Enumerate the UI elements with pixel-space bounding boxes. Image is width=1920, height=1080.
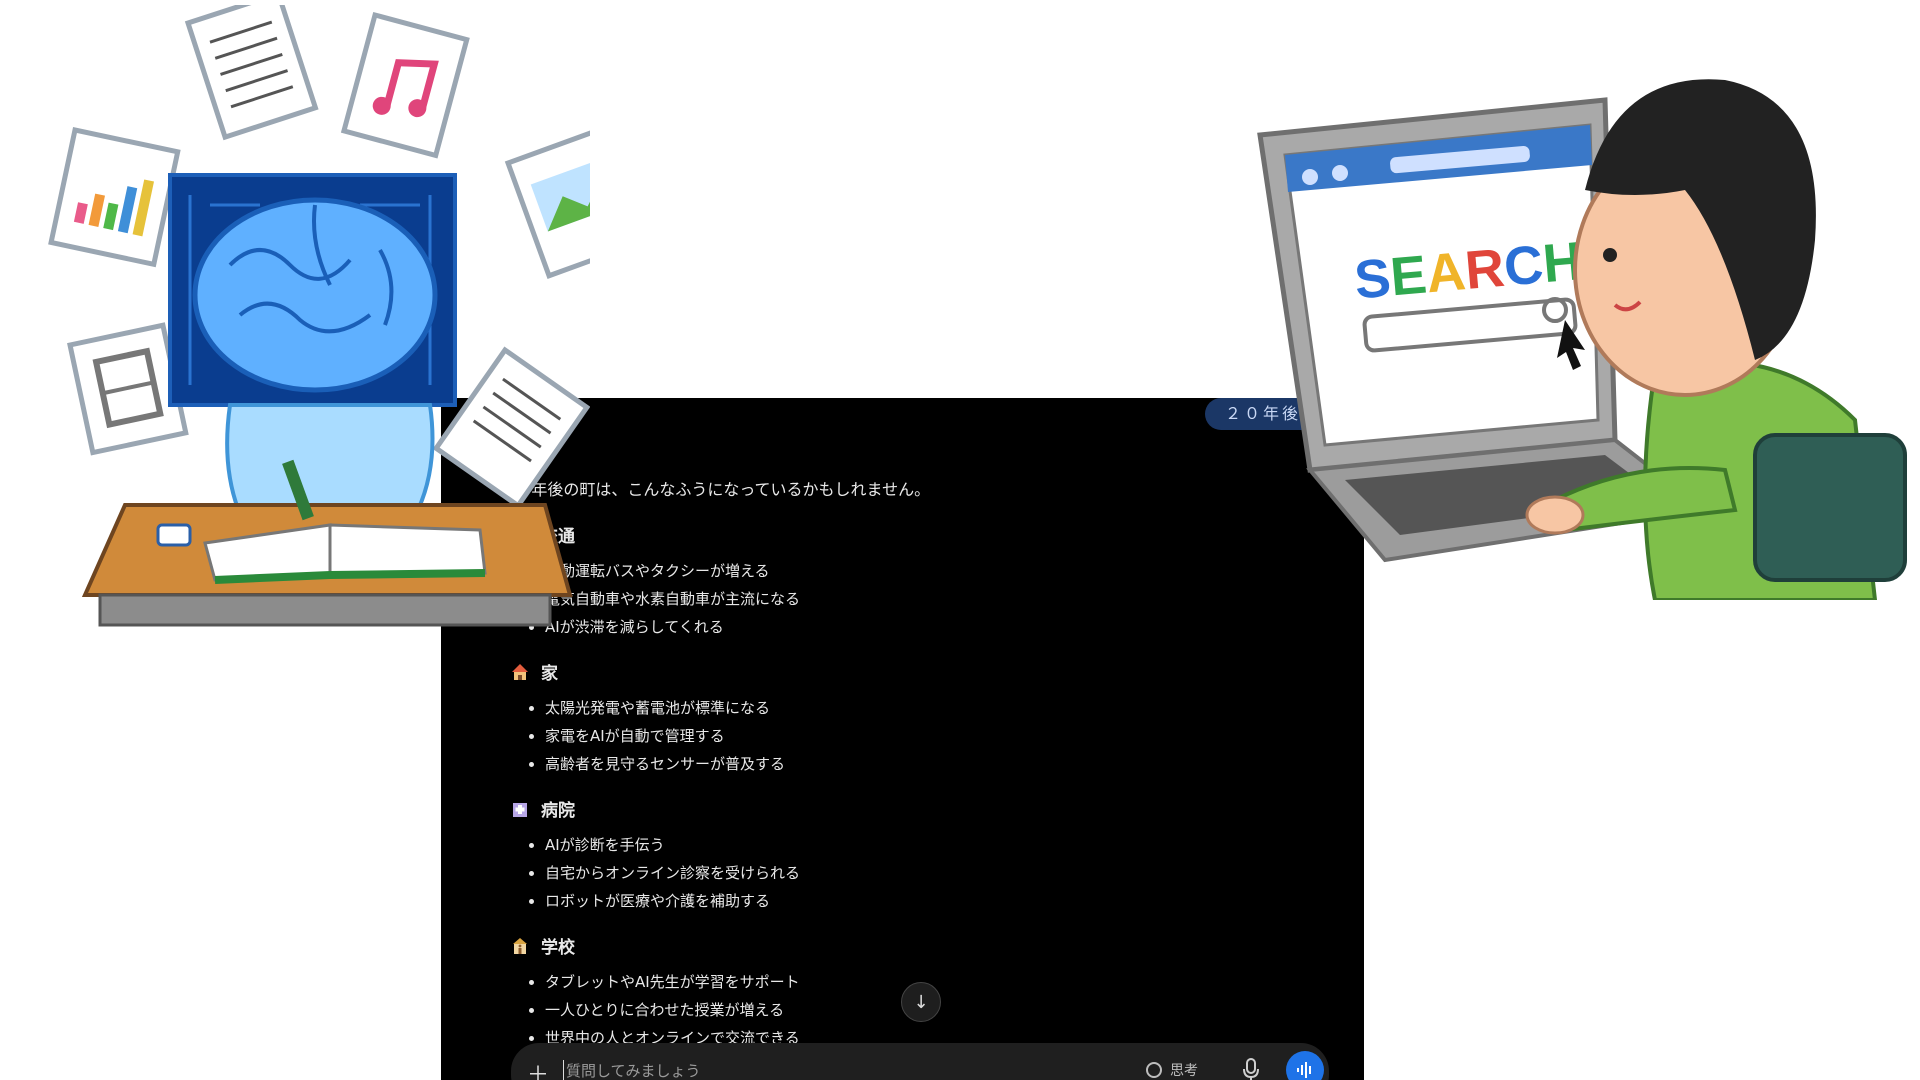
section-school: 学校 タブレットやAI先生が学習をサポート 一人ひとりに合わせた授業が増える 世… bbox=[511, 933, 1271, 1052]
item-list: 自動運転バスやタクシーが増える 電気自動車や水素自動車が主流になる AIが渋滞を… bbox=[511, 557, 1271, 641]
item-list: 太陽光発電や蓄電池が標準になる 家電をAIが自動で管理する 高齢者を見守るセンサ… bbox=[511, 694, 1271, 778]
plus-icon[interactable]: ＋ bbox=[527, 1057, 549, 1080]
list-item: 自動運転バスやタクシーが増える bbox=[545, 557, 1271, 585]
person-searching-laptop-illustration: SEARCH bbox=[1257, 79, 1907, 600]
section-title: 家 bbox=[541, 664, 558, 684]
arrow-down-icon: ↓ bbox=[913, 991, 929, 1013]
list-item: 太陽光発電や蓄電池が標準になる bbox=[545, 694, 1271, 722]
list-item: 自宅からオンライン診察を受けられる bbox=[545, 859, 1271, 887]
list-item: ロボットが医療や介護を補助する bbox=[545, 887, 1271, 915]
document-icon bbox=[432, 346, 590, 510]
voice-mode-button[interactable] bbox=[1286, 1051, 1324, 1080]
item-list: AIが診断を手伝う 自宅からオンライン診察を受けられる ロボットが医療や介護を補… bbox=[511, 831, 1271, 915]
school-icon bbox=[511, 937, 529, 955]
list-item: 電気自動車や水素自動車が主流になる bbox=[545, 585, 1271, 613]
section-transport: 交通 自動運転バスやタクシーが増える 電気自動車や水素自動車が主流になる AIが… bbox=[511, 522, 1271, 641]
list-item: AIが診断を手伝う bbox=[545, 831, 1271, 859]
eraser bbox=[156, 523, 192, 547]
prompt-composer: ＋ 質問してみましょう 思考 bbox=[511, 1043, 1329, 1080]
scroll-down-button[interactable]: ↓ bbox=[901, 982, 941, 1022]
section-title: 学校 bbox=[541, 938, 575, 958]
section-hospital: 病院 AIが診断を手伝う 自宅からオンライン診察を受けられる ロボットが医療や介… bbox=[511, 796, 1271, 915]
hospital-icon bbox=[511, 800, 529, 818]
picture-icon bbox=[504, 125, 590, 279]
document-icon bbox=[184, 5, 319, 141]
bar-chart-icon bbox=[48, 127, 181, 268]
list-item: 高齢者を見守るセンサーが普及する bbox=[545, 750, 1271, 778]
chair bbox=[1753, 433, 1907, 582]
assistant-reply: 20年後の町は、こんなふうになっているかもしれません。 交通 自動運転バスやタク… bbox=[511, 476, 1271, 1070]
microphone-icon[interactable] bbox=[1241, 1058, 1261, 1080]
think-label: 思考 bbox=[1170, 1063, 1198, 1079]
list-item: AIが渋滞を減らしてくれる bbox=[545, 613, 1271, 641]
prompt-input[interactable]: 質問してみましょう bbox=[563, 1060, 701, 1080]
think-toggle[interactable]: 思考 bbox=[1146, 1060, 1198, 1080]
list-item: 家電をAIが自動で管理する bbox=[545, 722, 1271, 750]
reply-intro: 20年後の町は、こんなふうになっているかもしれません。 bbox=[511, 480, 931, 499]
ai-brain-studying-illustration bbox=[48, 5, 590, 627]
voice-mode-icon bbox=[1297, 1062, 1311, 1078]
section-title: 病院 bbox=[541, 801, 575, 821]
music-note-icon bbox=[340, 11, 470, 159]
house-icon bbox=[511, 663, 529, 681]
brain-icon bbox=[1146, 1062, 1162, 1078]
section-home: 家 太陽光発電や蓄電池が標準になる 家電をAIが自動で管理する 高齢者を見守るセ… bbox=[511, 659, 1271, 778]
item-list: タブレットやAI先生が学習をサポート 一人ひとりに合わせた授業が増える 世界中の… bbox=[511, 968, 1271, 1052]
